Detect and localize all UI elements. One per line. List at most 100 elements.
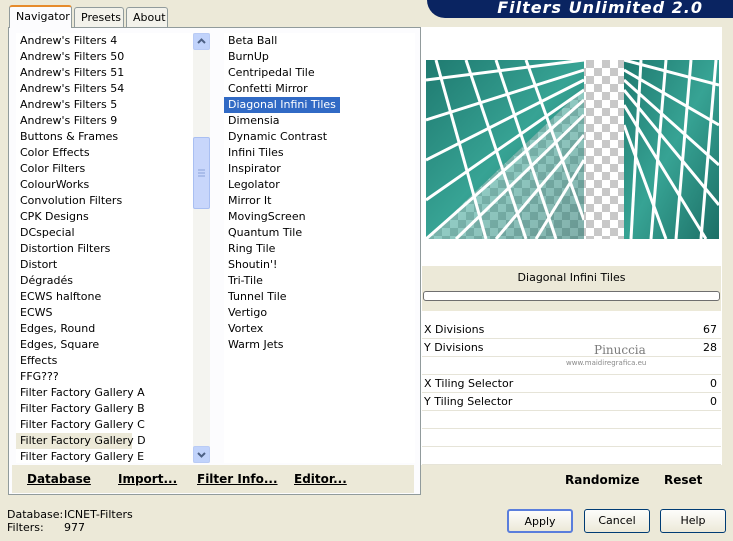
scroll-thumb[interactable] [193,137,210,209]
navigator-toolbar: Database Import... Filter Info... Editor… [12,465,414,493]
tab-about[interactable]: About [126,7,168,27]
category-item[interactable]: DCspecial [16,225,75,241]
category-item[interactable]: ECWS [16,305,53,321]
cancel-button[interactable]: Cancel [584,509,650,533]
category-item[interactable]: ECWS halftone [16,289,101,305]
filter-panel: Diagonal Infini Tiles X Divisions 67 Y D… [421,27,722,495]
category-item[interactable]: Filter Factory Gallery E [16,449,144,463]
param-value: 0 [710,377,717,390]
progress-bar [423,291,720,301]
tab-navigator[interactable]: Navigator [9,5,72,28]
category-list[interactable]: Andrew's Filters 4 Andrew's Filters 50 And… [16,33,193,463]
filter-item[interactable]: MovingScreen [224,209,306,225]
reset-button[interactable]: Reset [664,473,702,487]
category-item[interactable]: Edges, Square [16,337,99,353]
watermark-name: Pinuccia [594,343,646,357]
category-item[interactable]: Distort [16,257,57,273]
param-empty [422,411,721,429]
filter-item[interactable]: Diagonal Infini Tiles [224,97,340,113]
watermark-url: www.maidiregrafica.eu [566,359,647,367]
category-item[interactable]: FFG??? [16,369,59,385]
param-label: X Divisions [424,323,485,336]
status-database: Database: ICNET-Filters [7,508,133,521]
editor-button[interactable]: Editor... [294,472,347,486]
filter-item[interactable]: Confetti Mirror [224,81,308,97]
param-y-tiling-selector[interactable]: Y Tiling Selector 0 [422,393,721,411]
param-value: 67 [703,323,717,336]
status-value: 977 [64,521,85,534]
tab-label: Navigator [16,10,70,23]
param-empty [422,447,721,465]
category-item[interactable]: Dégradés [16,273,73,289]
category-item[interactable]: Andrew's Filters 5 [16,97,117,113]
category-item[interactable]: Andrew's Filters 54 [16,81,124,97]
category-item[interactable]: Effects [16,353,57,369]
category-item[interactable]: CPK Designs [16,209,89,225]
category-item[interactable]: Filter Factory Gallery C [16,417,145,433]
category-item[interactable]: Convolution Filters [16,193,122,209]
filter-item[interactable]: Dimensia [224,113,280,129]
filter-item[interactable]: Quantum Tile [224,225,302,241]
help-button[interactable]: Help [660,509,726,533]
scroll-up-button[interactable] [193,33,210,50]
filter-item[interactable]: Ring Tile [224,241,275,257]
category-item[interactable]: Andrew's Filters 50 [16,49,124,65]
import-button[interactable]: Import... [118,472,177,486]
status-label: Filters: [7,521,44,534]
category-item[interactable]: Andrew's Filters 9 [16,113,117,129]
filter-info-button[interactable]: Filter Info... [197,472,278,486]
status-filters: Filters: 977 [7,521,85,534]
filter-list[interactable]: Beta Ball BurnUp Centripedal Tile Confetti … [224,33,415,463]
filter-item[interactable]: Mirror It [224,193,271,209]
filter-item[interactable]: Beta Ball [224,33,277,49]
app-title: Filters Unlimited 2.0 [497,0,703,17]
filter-toolbar: Randomize Reset [421,465,722,495]
filter-item[interactable]: Centripedal Tile [224,65,315,81]
param-value: 0 [710,395,717,408]
filter-item[interactable]: Legolator [224,177,280,193]
filter-item[interactable]: Shoutin'! [224,257,277,273]
filter-item[interactable]: Tri-Tile [224,273,263,289]
filter-item[interactable]: Dynamic Contrast [224,129,327,145]
category-item[interactable]: Distortion Filters [16,241,110,257]
param-empty [422,429,721,447]
param-x-divisions[interactable]: X Divisions 67 [422,321,721,339]
filter-title: Diagonal Infini Tiles [422,266,721,284]
preview-image [426,60,719,239]
filter-item[interactable]: Inspirator [224,161,281,177]
filter-item[interactable]: Warm Jets [224,337,284,353]
category-item[interactable]: Edges, Round [16,321,95,337]
param-label: Y Tiling Selector [424,395,513,408]
category-scrollbar[interactable] [193,33,210,463]
category-item[interactable]: Filter Factory Gallery A [16,385,145,401]
filter-item[interactable]: BurnUp [224,49,269,65]
category-item[interactable]: Filter Factory Gallery D [16,433,146,449]
category-item[interactable]: Buttons & Frames [16,129,118,145]
app-banner: Filters Unlimited 2.0 [427,0,733,18]
tab-presets[interactable]: Presets [74,7,124,27]
status-value: ICNET-Filters [64,508,133,521]
param-y-divisions[interactable]: Y Divisions 28 [422,339,721,357]
chevron-up-icon [197,38,206,44]
chevron-down-icon [197,452,206,458]
category-item[interactable]: Andrew's Filters 51 [16,65,124,81]
database-button[interactable]: Database [27,472,91,486]
category-item[interactable]: Filter Factory Gallery B [16,401,145,417]
scroll-down-button[interactable] [193,446,210,463]
param-label: X Tiling Selector [424,377,514,390]
filter-item[interactable]: Vertigo [224,305,267,321]
randomize-button[interactable]: Randomize [565,473,639,487]
category-item[interactable]: Color Effects [16,145,90,161]
tab-label: Presets [81,11,122,24]
status-label: Database: [7,508,64,521]
category-item[interactable]: Andrew's Filters 4 [16,33,117,49]
param-x-tiling-selector[interactable]: X Tiling Selector 0 [422,375,721,393]
param-label: Y Divisions [424,341,484,354]
filter-item[interactable]: Infini Tiles [224,145,284,161]
filter-item[interactable]: Vortex [224,321,263,337]
filter-item[interactable]: Tunnel Tile [224,289,287,305]
category-item[interactable]: Color Filters [16,161,85,177]
apply-button[interactable]: Apply [507,509,573,533]
progress-area [422,284,721,311]
category-item[interactable]: ColourWorks [16,177,89,193]
